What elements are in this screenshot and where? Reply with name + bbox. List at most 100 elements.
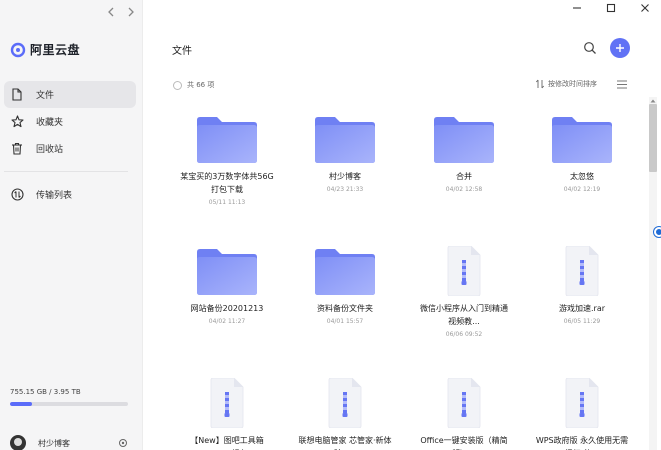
item-thumbnail [523,100,641,164]
item-date: 06/06 09:52 [445,331,483,338]
item-date: 04/02 11:27 [208,318,246,325]
avatar[interactable] [10,435,26,450]
archive-icon [328,378,362,428]
aliyun-drive-logo-icon [10,42,26,57]
file-item[interactable]: Office一键安装版（精简版）... [405,364,523,450]
list-view-icon[interactable] [617,80,627,89]
item-name: WPS政府版 永久使用无需授权 使... [535,436,629,450]
folder-icon [315,117,375,163]
item-name: 某宝买的3万数字体共56G打包下载 [180,172,274,194]
folder-item[interactable]: 某宝买的3万数字体共56G打包下载 05/11 11:13 [168,100,286,206]
archive-icon [447,246,481,296]
folder-icon [552,117,612,163]
window-controls [571,2,651,14]
file-item[interactable]: 联想电脑管家 芯管家·新体验.rar [286,364,404,450]
folder-item[interactable]: 太忽悠 04/02 12:19 [523,100,641,193]
sidebar-item-label: 传输列表 [36,191,73,201]
sidebar-item-files[interactable]: 文件 [4,81,136,108]
storage-bar [10,402,128,406]
item-name: Office一键安装版（精简版）... [420,436,508,450]
gear-icon[interactable] [118,438,128,448]
file-item[interactable]: WPS政府版 永久使用无需授权 使... [523,364,641,450]
scrollbar-thumb[interactable] [649,104,657,172]
item-date: 04/02 12:19 [563,186,601,193]
item-name: 微信小程序从入门到精通视频教... [420,304,508,326]
sort-icon [535,79,545,89]
sidebar-item-label: 文件 [36,91,55,101]
item-thumbnail [523,232,641,296]
close-icon[interactable] [639,2,651,14]
file-item[interactable]: 【New】图吧工具箱2021.04绿色... [168,364,286,450]
folder-icon [434,117,494,163]
transfer-icon [10,188,24,202]
sidebar-nav: 文件 收藏夹 回收站 传输列表 [4,81,136,208]
item-date: 05/11 11:13 [208,199,246,206]
floating-handle[interactable] [654,227,661,237]
sort-control[interactable]: 按修改时间排序 [535,79,597,89]
item-count: 共 66 项 [187,81,215,89]
sidebar-divider [4,171,128,172]
item-name: 网站备份20201213 [190,304,264,313]
storage-bar-fill [10,402,33,406]
search-icon[interactable] [583,41,597,55]
item-name: 村少博客 [329,172,361,181]
folder-item[interactable]: 网站备份20201213 04/02 11:27 [168,232,286,325]
item-date: 04/23 21:33 [326,186,364,193]
item-thumbnail [405,100,523,164]
storage-usage: 755.15 GB / 3.95 TB [10,388,128,406]
folder-item[interactable]: 资料备份文件夹 04/01 15:57 [286,232,404,325]
item-thumbnail [168,364,286,428]
folder-icon [197,117,257,163]
file-icon [10,88,24,102]
item-date: 06/05 11:29 [563,318,601,325]
sidebar-item-favorites[interactable]: 收藏夹 [4,108,136,135]
storage-text: 755.15 GB / 3.95 TB [10,388,81,396]
item-name: 太忽悠 [570,172,594,181]
maximize-icon[interactable] [605,2,617,14]
archive-icon [565,378,599,428]
archive-icon [447,378,481,428]
back-icon[interactable] [105,5,117,19]
user-name: 村少博客 [38,438,70,448]
archive-icon [565,246,599,296]
item-name: 合并 [456,172,472,181]
sidebar-item-label: 回收站 [36,145,64,155]
user-panel[interactable]: 村少博客 [10,435,128,450]
plus-icon [616,44,624,52]
sidebar-item-trash[interactable]: 回收站 [4,135,136,162]
main-panel: 文件 共 66 项 按修改时间排序 某宝买的3万数字体共56G打包下载 05/11… [143,0,661,450]
star-icon [10,115,24,129]
folder-icon [315,249,375,295]
trash-icon [10,142,24,156]
item-date: 04/01 15:57 [326,318,364,325]
sidebar-item-label: 收藏夹 [36,118,64,128]
sidebar-item-transfers[interactable]: 传输列表 [4,181,136,208]
folder-item[interactable]: 合并 04/02 12:58 [405,100,523,193]
select-all-checkbox[interactable] [173,80,182,90]
history-nav [105,5,137,19]
archive-icon [210,378,244,428]
item-name: 资料备份文件夹 [317,304,373,313]
item-thumbnail [523,364,641,428]
forward-icon[interactable] [125,5,137,19]
item-thumbnail [286,364,404,428]
sidebar: 阿里云盘 文件 收藏夹 回收站 传输列表 755.15 GB / 3.95 TB… [0,0,143,450]
item-date: 04/02 12:58 [445,186,483,193]
item-thumbnail [405,232,523,296]
item-thumbnail [168,100,286,164]
item-thumbnail [168,232,286,296]
item-name: 联想电脑管家 芯管家·新体验.rar [298,436,392,450]
file-item[interactable]: 微信小程序从入门到精通视频教... 06/06 09:52 [405,232,523,338]
file-item[interactable]: 游戏加速.rar 06/05 11:29 [523,232,641,325]
folder-icon [197,249,257,295]
item-name: 【New】图吧工具箱2021.04绿色... [190,436,264,450]
item-thumbnail [286,100,404,164]
brand-name: 阿里云盘 [30,43,81,57]
brand-logo: 阿里云盘 [10,41,80,58]
item-name: 游戏加速.rar [558,304,606,313]
minimize-icon[interactable] [571,2,583,14]
select-all[interactable]: 共 66 项 [173,80,214,90]
folder-item[interactable]: 村少博客 04/23 21:33 [286,100,404,193]
add-button[interactable] [610,38,630,58]
page-title: 文件 [172,46,192,57]
